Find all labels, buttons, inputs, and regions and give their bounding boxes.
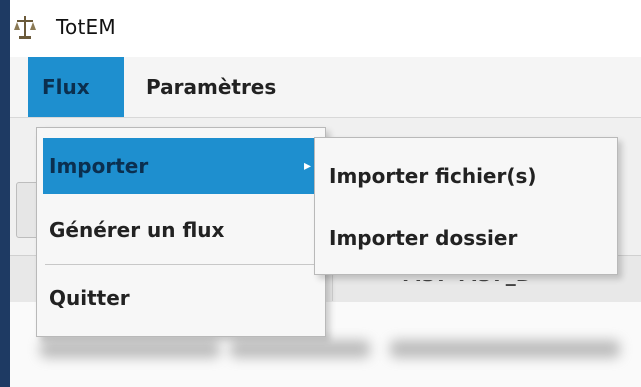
app-window: TotEM Flux Paramètres M37-M37_D Importer… [10, 0, 641, 387]
menu-item-importer-dossier[interactable]: Importer dossier [315, 208, 617, 268]
importer-submenu: Importer fichier(s) Importer dossier [314, 137, 618, 275]
menu-item-importer[interactable]: Importer ▸ [43, 138, 321, 194]
menu-item-label: Importer [49, 154, 149, 178]
scales-icon [14, 14, 36, 40]
menu-bar: Flux Paramètres [10, 57, 641, 117]
blurred-cell [40, 340, 220, 358]
blurred-cell [230, 340, 370, 358]
menu-item-quitter[interactable]: Quitter [37, 268, 325, 328]
menu-parametres[interactable]: Paramètres [134, 57, 334, 117]
desktop-frame: TotEM Flux Paramètres M37-M37_D Importer… [0, 0, 641, 387]
menu-item-generer-flux[interactable]: Générer un flux [37, 200, 325, 260]
menu-flux[interactable]: Flux [28, 57, 124, 117]
menu-separator [45, 264, 319, 265]
title-bar[interactable]: TotEM [10, 0, 641, 57]
flux-dropdown-menu: Importer ▸ Générer un flux Quitter [36, 127, 326, 337]
blurred-cell [390, 340, 620, 358]
chevron-right-icon: ▸ [303, 158, 311, 174]
menu-item-importer-fichiers[interactable]: Importer fichier(s) [315, 146, 617, 206]
window-title: TotEM [56, 15, 116, 39]
